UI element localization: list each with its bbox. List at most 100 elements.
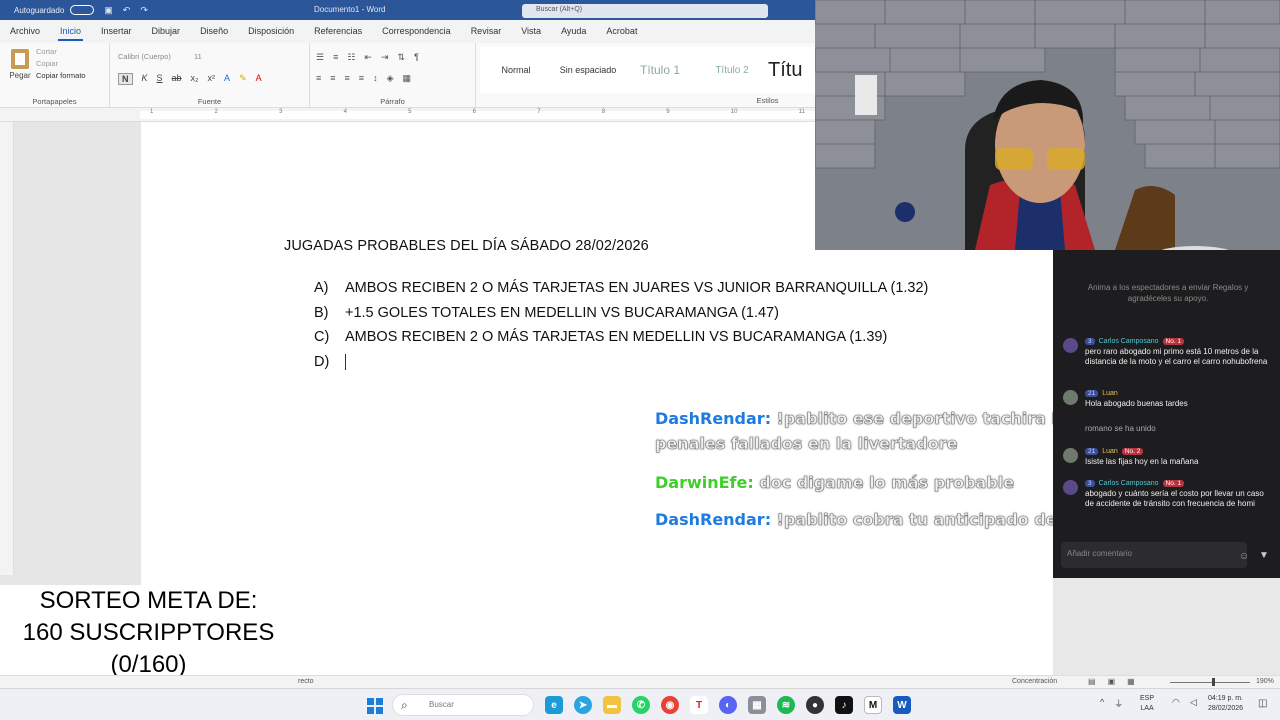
- copy-button[interactable]: Copiar: [36, 59, 86, 68]
- focus-mode-button[interactable]: Concentración: [1012, 678, 1057, 685]
- text-effects-icon[interactable]: A: [224, 73, 230, 85]
- edge-icon[interactable]: e: [545, 696, 563, 714]
- clock[interactable]: 04:19 p. m. 28/02/2026: [1208, 694, 1243, 714]
- sort-icon[interactable]: ⇅: [398, 52, 406, 63]
- zoom-level[interactable]: 190%: [1256, 678, 1274, 685]
- usb-icon[interactable]: ⏚: [1114, 697, 1123, 710]
- clipboard-label: Portapapeles: [32, 97, 77, 106]
- styles-gallery: Normal Sin espaciado Título 1 Título 2 T…: [480, 47, 815, 93]
- language-indicator[interactable]: ESP LAA: [1140, 694, 1154, 714]
- windows-start-icon[interactable]: [367, 698, 383, 714]
- style-heading-2[interactable]: Título 2: [696, 65, 768, 76]
- align-left-icon[interactable]: ≡: [316, 73, 321, 84]
- undo-icon[interactable]: ↶: [123, 5, 131, 16]
- chat-comment: 21 Luan Hola abogado buenas tardes: [1063, 390, 1273, 409]
- paste-button[interactable]: Pegar: [8, 49, 32, 80]
- numbering-icon[interactable]: ≡: [333, 52, 338, 63]
- tab-referencias[interactable]: Referencias: [304, 20, 372, 43]
- pilcrow-icon[interactable]: ¶: [414, 52, 419, 63]
- strikethrough-button[interactable]: ab: [172, 73, 182, 85]
- webcam-image: [815, 0, 1280, 250]
- align-right-icon[interactable]: ≡: [345, 73, 350, 84]
- join-notice: romano se ha unido: [1085, 424, 1156, 433]
- tab-diseno[interactable]: Diseño: [190, 20, 238, 43]
- zoom-slider-thumb[interactable]: [1212, 678, 1215, 686]
- redo-icon[interactable]: ↷: [140, 5, 148, 16]
- volume-icon[interactable]: ◁: [1190, 697, 1197, 708]
- highlight-icon[interactable]: ✎: [239, 73, 247, 85]
- chevron-up-icon[interactable]: ^: [1100, 697, 1104, 710]
- clipboard-group: Pegar Cortar Copiar Copiar formato Porta…: [0, 43, 110, 108]
- search-box[interactable]: Buscar (Alt+Q): [522, 4, 768, 18]
- style-title[interactable]: Títu: [768, 59, 808, 82]
- bold-button[interactable]: N: [118, 73, 133, 85]
- tab-insertar[interactable]: Insertar: [91, 20, 142, 43]
- justify-icon[interactable]: ≡: [359, 73, 364, 84]
- font-size-select[interactable]: 11: [194, 52, 218, 64]
- word-icon[interactable]: W: [893, 696, 911, 714]
- font-name-select[interactable]: Calibri (Cuerpo): [118, 52, 190, 64]
- ribbon: Pegar Cortar Copiar Copiar formato Porta…: [0, 43, 815, 108]
- text-cursor: [345, 353, 346, 370]
- cut-button[interactable]: Cortar: [36, 47, 86, 56]
- autosave-label: Autoguardado: [14, 5, 65, 15]
- calculator-icon[interactable]: ▦: [748, 696, 766, 714]
- taskbar-search[interactable]: ⌕ Buscar: [392, 694, 534, 716]
- font-color-icon[interactable]: A: [256, 73, 262, 85]
- italic-button[interactable]: K: [142, 73, 148, 85]
- tab-revisar[interactable]: Revisar: [461, 20, 512, 43]
- font-label: Fuente: [197, 97, 222, 106]
- web-layout-icon[interactable]: ▦: [1127, 677, 1135, 686]
- file-explorer-icon[interactable]: ▬: [603, 696, 621, 714]
- emoji-icon[interactable]: ☺: [1239, 551, 1249, 562]
- tab-archivo[interactable]: Archivo: [0, 20, 50, 43]
- ribbon-tabs: Archivo Inicio Insertar Dibujar Diseño D…: [0, 20, 815, 43]
- style-no-spacing[interactable]: Sin espaciado: [552, 65, 624, 75]
- tab-disposicion[interactable]: Disposición: [238, 20, 304, 43]
- shading-icon[interactable]: ◈: [387, 73, 394, 84]
- obs-icon[interactable]: ●: [806, 696, 824, 714]
- chrome-icon[interactable]: ◉: [661, 696, 679, 714]
- comment-input[interactable]: Añadir comentario: [1061, 542, 1247, 568]
- borders-icon[interactable]: ▦: [402, 73, 411, 84]
- read-mode-icon[interactable]: ▤: [1088, 677, 1096, 686]
- m-app-icon[interactable]: M: [864, 696, 882, 714]
- tab-correspondencia[interactable]: Correspondencia: [372, 20, 461, 43]
- zoom-slider[interactable]: [1170, 682, 1250, 683]
- format-painter-button[interactable]: Copiar formato: [36, 71, 86, 80]
- wifi-icon[interactable]: ◠: [1172, 697, 1180, 708]
- webcam-feed: [815, 0, 1280, 250]
- tab-vista[interactable]: Vista: [511, 20, 551, 43]
- tab-dibujar[interactable]: Dibujar: [142, 20, 191, 43]
- spotify-icon[interactable]: ≋: [777, 696, 795, 714]
- bullets-icon[interactable]: ☰: [316, 52, 324, 63]
- multilevel-icon[interactable]: ☷: [347, 52, 355, 63]
- underline-button[interactable]: S: [157, 73, 163, 85]
- tab-inicio[interactable]: Inicio: [50, 20, 91, 43]
- print-layout-icon[interactable]: ▣: [1108, 677, 1116, 686]
- align-center-icon[interactable]: ≡: [330, 73, 335, 84]
- list-item: B) +1.5 GOLES TOTALES EN MEDELLIN VS BUCA…: [314, 304, 779, 321]
- text-app-icon[interactable]: T: [690, 696, 708, 714]
- subscript-button[interactable]: x₂: [191, 73, 199, 85]
- list-item: C) AMBOS RECIBEN 2 O MÁS TARJETAS EN MEDE…: [314, 329, 888, 346]
- discord-icon[interactable]: ◐: [719, 696, 737, 714]
- notifications-icon[interactable]: ◫: [1258, 698, 1267, 709]
- search-icon: ⌕: [401, 698, 408, 712]
- increase-indent-icon[interactable]: ⇥: [381, 52, 389, 63]
- tab-ayuda[interactable]: Ayuda: [551, 20, 596, 43]
- line-spacing-icon[interactable]: ↕: [373, 73, 378, 84]
- status-bar: recto Concentración ▤ ▣ ▦ 190%: [0, 675, 1280, 688]
- superscript-button[interactable]: x²: [208, 73, 216, 85]
- save-icon[interactable]: ▣: [104, 5, 113, 16]
- tiktok-icon[interactable]: ♪: [835, 696, 853, 714]
- whatsapp-icon[interactable]: ✆: [632, 696, 650, 714]
- tab-acrobat[interactable]: Acrobat: [596, 20, 647, 43]
- style-normal[interactable]: Normal: [480, 65, 552, 75]
- send-icon[interactable]: ▼: [1259, 550, 1269, 561]
- autosave-toggle[interactable]: [70, 5, 95, 15]
- decrease-indent-icon[interactable]: ⇤: [364, 52, 372, 63]
- style-heading-1[interactable]: Título 1: [624, 63, 696, 77]
- telegram-icon[interactable]: ➤: [574, 696, 592, 714]
- gift-hint: Anima a los espectadores a enviar Regalo…: [1087, 283, 1249, 303]
